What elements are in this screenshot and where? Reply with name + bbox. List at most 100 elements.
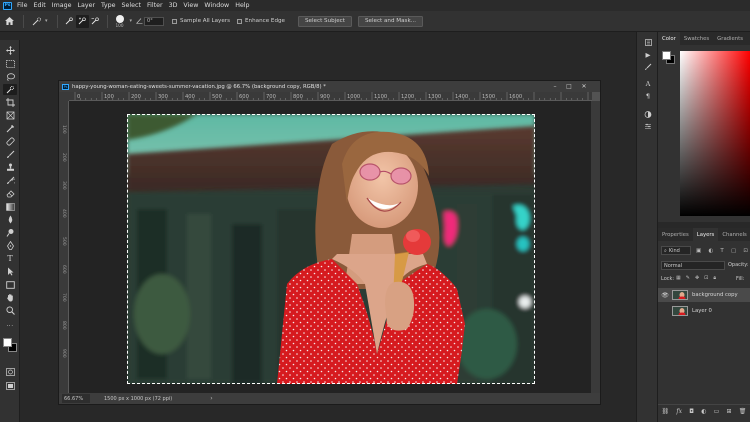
blur-tool-icon[interactable] <box>3 214 17 225</box>
eraser-tool-icon[interactable] <box>3 188 17 199</box>
lock-artboard-icon[interactable]: ⊡ <box>704 275 708 281</box>
menu-view[interactable]: View <box>183 2 198 9</box>
brush-settings-icon[interactable] <box>641 62 655 71</box>
maximize-icon[interactable]: □ <box>562 81 576 92</box>
crop-tool-icon[interactable] <box>3 97 17 108</box>
screen-mode-icon[interactable] <box>3 380 17 391</box>
filter-smart-icon[interactable]: ⊡ <box>743 248 748 254</box>
properties-icon[interactable] <box>641 122 655 131</box>
zoom-field[interactable]: 66.67% <box>62 394 90 403</box>
rectangle-tool-icon[interactable] <box>3 279 17 290</box>
quick-selection-tool-icon[interactable] <box>29 15 45 28</box>
layer-row[interactable]: Layer 0 <box>658 304 750 318</box>
quick-mask-icon[interactable] <box>3 366 17 377</box>
marquee-tool-icon[interactable] <box>3 58 17 69</box>
character-icon[interactable]: A <box>641 79 655 88</box>
blend-mode-dropdown[interactable]: Normal <box>661 261 725 270</box>
foreground-color-swatch[interactable] <box>662 51 671 60</box>
zoom-tool-icon[interactable] <box>3 305 17 316</box>
layer-filter-dropdown[interactable]: ⌕ Kind <box>661 246 691 255</box>
link-icon[interactable]: ⛓︎ <box>662 408 670 415</box>
document-tab[interactable]: Ps happy-young-woman-eating-sweets-summe… <box>59 81 600 92</box>
eyedropper-tool-icon[interactable] <box>3 123 17 134</box>
chevron-down-icon[interactable]: ▾ <box>130 18 133 24</box>
hand-tool-icon[interactable] <box>3 292 17 303</box>
tab-swatches[interactable]: Swatches <box>680 32 713 45</box>
menu-help[interactable]: Help <box>235 2 249 9</box>
menu-type[interactable]: Type <box>101 2 115 9</box>
layer-row[interactable]: 👁︎ background copy <box>658 288 750 302</box>
minimize-icon[interactable]: – <box>548 81 562 92</box>
filter-pixel-icon[interactable]: ▣ <box>696 248 701 254</box>
tab-channels[interactable]: Channels <box>718 228 750 241</box>
dodge-tool-icon[interactable] <box>3 227 17 238</box>
menu-3d[interactable]: 3D <box>169 2 178 9</box>
photo-canvas[interactable] <box>127 114 535 384</box>
group-icon[interactable]: ▭ <box>714 408 720 415</box>
select-and-mask-button[interactable]: Select and Mask... <box>357 15 424 27</box>
new-selection-icon[interactable] <box>63 15 76 28</box>
history-icon[interactable] <box>641 38 655 47</box>
paragraph-icon[interactable]: ¶ <box>641 91 655 100</box>
lock-all-icon[interactable]: 🔒︎ <box>713 275 716 281</box>
menu-select[interactable]: Select <box>122 2 141 9</box>
frame-tool-icon[interactable] <box>3 110 17 121</box>
enhance-edge-checkbox[interactable] <box>237 18 243 24</box>
subtract-from-selection-icon[interactable] <box>89 15 102 28</box>
menu-image[interactable]: Image <box>52 2 72 9</box>
vertical-scrollbar[interactable] <box>591 101 600 393</box>
eye-icon[interactable]: 👁︎ <box>658 292 672 299</box>
menu-layer[interactable]: Layer <box>77 2 95 9</box>
filter-type-icon[interactable]: T <box>720 248 723 254</box>
horizontal-ruler[interactable]: 0 100 200 300 400 500 600 700 800 900 10… <box>69 92 592 101</box>
tab-layers[interactable]: Layers <box>692 228 719 241</box>
new-layer-icon[interactable]: ⊞ <box>727 408 732 415</box>
select-subject-button[interactable]: Select Subject <box>298 15 352 27</box>
lock-pixels-icon[interactable]: ✎ <box>686 275 690 281</box>
tool-preset-chevron-icon[interactable]: ▾ <box>45 18 48 24</box>
fx-icon[interactable]: fx <box>676 408 682 415</box>
close-icon[interactable]: ✕ <box>577 81 591 92</box>
healing-brush-tool-icon[interactable] <box>3 136 17 147</box>
history-brush-tool-icon[interactable] <box>3 175 17 186</box>
mask-icon[interactable]: ◘ <box>689 408 694 415</box>
path-selection-tool-icon[interactable] <box>3 266 17 277</box>
clone-stamp-tool-icon[interactable] <box>3 162 17 173</box>
ruler-origin[interactable] <box>59 92 69 101</box>
color-swatches[interactable] <box>3 338 19 354</box>
menu-file[interactable]: File <box>17 2 28 9</box>
filter-adjustment-icon[interactable]: ◐ <box>708 248 713 254</box>
actions-icon[interactable]: ▶ <box>641 50 655 59</box>
lasso-tool-icon[interactable] <box>3 71 17 82</box>
lock-position-icon[interactable]: ✥ <box>695 275 699 281</box>
sample-all-layers-checkbox[interactable] <box>172 18 178 24</box>
gradient-tool-icon[interactable] <box>3 201 17 212</box>
status-arrow-icon[interactable]: › <box>210 395 212 402</box>
foreground-color-swatch[interactable] <box>3 338 12 347</box>
tab-gradients[interactable]: Gradients <box>713 32 747 45</box>
home-icon[interactable] <box>0 15 18 28</box>
brush-tool-icon[interactable] <box>3 149 17 160</box>
quick-selection-tool-icon[interactable] <box>3 84 17 95</box>
lock-transparency-icon[interactable]: ▦ <box>676 275 681 281</box>
more-tools-icon[interactable]: ··· <box>3 321 17 332</box>
brush-size-picker[interactable]: 100 <box>113 14 127 28</box>
vertical-ruler[interactable]: 100 200 300 400 500 600 700 800 900 <box>59 101 69 393</box>
adjustment-icon[interactable]: ◐ <box>701 408 706 415</box>
menu-window[interactable]: Window <box>204 2 229 9</box>
panel-color-swatches[interactable] <box>662 51 676 65</box>
filter-shape-icon[interactable]: ▢ <box>731 248 736 254</box>
canvas-area[interactable] <box>69 101 592 393</box>
tab-properties[interactable]: Properties <box>658 228 693 241</box>
type-tool-icon[interactable]: T <box>3 253 17 264</box>
add-to-selection-icon[interactable] <box>75 14 89 28</box>
adjustments-icon[interactable] <box>641 110 655 119</box>
pen-tool-icon[interactable] <box>3 240 17 251</box>
move-tool-icon[interactable] <box>3 45 17 56</box>
color-picker-field[interactable] <box>680 51 750 216</box>
angle-field[interactable]: 0° <box>144 16 165 26</box>
tab-color[interactable]: Color <box>658 32 680 45</box>
menu-edit[interactable]: Edit <box>34 2 46 9</box>
menu-filter[interactable]: Filter <box>147 2 163 9</box>
trash-icon[interactable]: 🗑︎ <box>739 408 747 415</box>
